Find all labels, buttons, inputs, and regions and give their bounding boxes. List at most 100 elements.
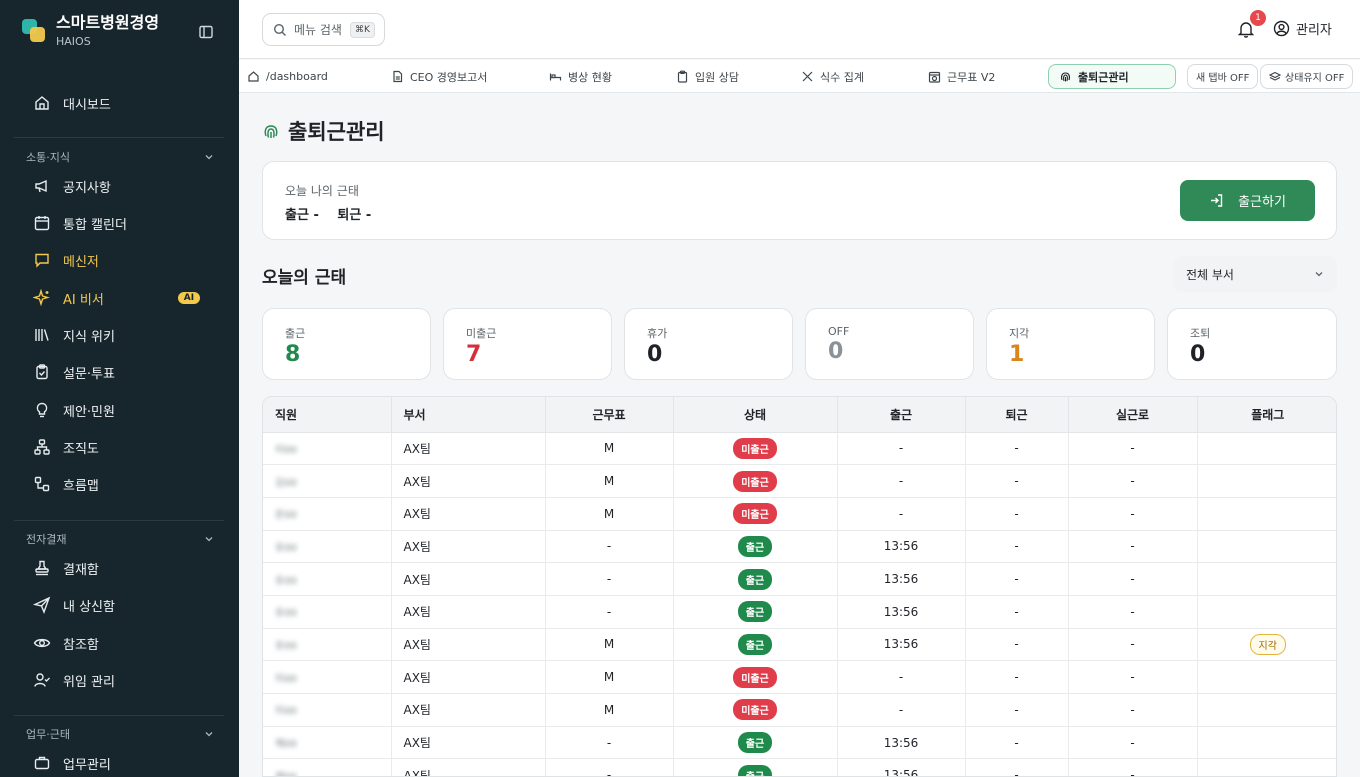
new-tabbar-toggle[interactable]: 새 탭바 OFF xyxy=(1187,64,1259,89)
stat-value: 8 xyxy=(285,342,301,367)
sidebar-item-my-submissions[interactable]: 내 상신함 xyxy=(33,593,115,617)
column-header-employee[interactable]: 직원 xyxy=(263,397,392,433)
status-badge: 미출근 xyxy=(733,666,777,688)
sidebar-item-label: 결재함 xyxy=(63,562,99,578)
cell-check-in: 13:56 xyxy=(837,726,966,760)
calendar-icon xyxy=(34,216,50,231)
sidebar-item-dashboard[interactable]: 대시보드 xyxy=(33,91,111,115)
sidebar-item-suggestion[interactable]: 제안·민원 xyxy=(33,398,115,422)
cell-flag xyxy=(1197,530,1336,564)
cell-check-in: - xyxy=(837,432,966,466)
sidebar-item-flowmap[interactable]: 흐름맵 xyxy=(33,472,99,496)
table-row[interactable]: 문00 AX팀 M 미출근 - - - xyxy=(263,497,1336,531)
cell-check-out: - xyxy=(965,628,1069,662)
sidebar-toggle-icon[interactable] xyxy=(198,24,214,40)
status-badge: 출근 xyxy=(737,764,773,776)
cell-department: AX팀 xyxy=(391,726,546,760)
table-row[interactable]: 이00 AX팀 M 미출근 - - - xyxy=(263,432,1336,466)
sidebar-item-delegation[interactable]: 위임 관리 xyxy=(33,668,115,692)
user-name: 관리자 xyxy=(1296,23,1332,38)
table-row[interactable]: 김00 AX팀 M 미출근 - - - xyxy=(263,464,1336,498)
lightbulb-icon xyxy=(36,402,48,418)
employee-name: 이00 xyxy=(275,673,297,685)
column-header-check-out[interactable]: 퇴근 xyxy=(965,397,1069,433)
tab-bed-status[interactable]: 병상 현황 xyxy=(549,60,612,93)
cell-status: 미출근 xyxy=(673,660,838,694)
employee-name: 채00 xyxy=(275,768,297,776)
stat-label: 휴가 xyxy=(647,327,668,340)
employee-name: 이00 xyxy=(275,444,297,456)
cell-check-in: 13:56 xyxy=(837,595,966,629)
sparkle-icon xyxy=(33,289,50,307)
cell-shift: M xyxy=(545,693,674,727)
stat-value: 0 xyxy=(1190,342,1206,367)
status-badge: 미출근 xyxy=(733,503,777,525)
column-header-check-in[interactable]: 출근 xyxy=(837,397,966,433)
menu-search-button[interactable]: 메뉴 검색 ⌘K xyxy=(262,13,385,46)
home-icon xyxy=(35,96,49,110)
sidebar-item-task-management[interactable]: 업무관리 xyxy=(33,751,111,775)
sidebar-item-reference-box[interactable]: 참조함 xyxy=(33,631,99,655)
table-row[interactable]: 이00 AX팀 M 미출근 - - - xyxy=(263,660,1336,694)
cell-check-in: - xyxy=(837,660,966,694)
section-header-work[interactable]: 업무·근태 xyxy=(26,726,214,742)
sidebar-item-wiki[interactable]: 지식 위키 xyxy=(33,323,115,347)
table-row[interactable]: 유00 AX팀 - 출근 13:56- - xyxy=(263,562,1336,596)
cell-department: AX팀 xyxy=(391,530,546,564)
column-header-work-hours[interactable]: 실근로 xyxy=(1068,397,1198,433)
sidebar-item-ai-assistant[interactable]: AI 비서 AI xyxy=(33,286,201,310)
sidebar-item-notice[interactable]: 공지사항 xyxy=(33,174,111,198)
status-badge: 출근 xyxy=(737,732,773,754)
cell-check-in: - xyxy=(837,497,966,531)
tab-admission-consult[interactable]: 입원 상담 xyxy=(676,60,739,93)
table-row[interactable]: 채00AX팀-출근13:56-- xyxy=(263,758,1336,776)
cell-department: AX팀 xyxy=(391,595,546,629)
department-select[interactable]: 전체 부서 xyxy=(1174,256,1337,292)
cell-employee: 채00 xyxy=(263,726,392,760)
status-badge: 미출근 xyxy=(733,437,777,459)
fingerprint-icon xyxy=(264,125,278,138)
brand[interactable]: 스마트병원경영 HAIOS xyxy=(22,14,159,48)
column-header-department[interactable]: 부서 xyxy=(391,397,546,433)
divider xyxy=(14,520,224,521)
sidebar-item-messenger[interactable]: 메신저 xyxy=(33,248,99,272)
cell-shift: M xyxy=(545,497,674,531)
section-header-approval[interactable]: 전자결재 xyxy=(26,531,214,547)
tab-duty-roster[interactable]: 근무표 V2 xyxy=(928,60,995,93)
table-row[interactable]: 유00 AX팀 M 출근 13:56- - 지각 xyxy=(263,628,1336,662)
tab-label: CEO 경영보고서 xyxy=(410,70,488,84)
check-in-button[interactable]: 출근하기 xyxy=(1180,180,1315,221)
table-row[interactable]: 유00 AX팀 - 출근 13:56- - xyxy=(263,595,1336,629)
stat-card-absent: 미출근 7 xyxy=(443,308,612,380)
tab-ceo-report[interactable]: CEO 경영보고서 xyxy=(391,60,487,93)
user-menu[interactable]: 관리자 xyxy=(1273,19,1332,38)
cell-shift: - xyxy=(545,726,674,760)
sidebar-item-approval-box[interactable]: 결재함 xyxy=(33,556,99,580)
column-header-status[interactable]: 상태 xyxy=(673,397,838,433)
notification-badge: 1 xyxy=(1250,10,1266,26)
sidebar-item-calendar[interactable]: 통합 캘린더 xyxy=(33,211,127,235)
section-title: 전자결재 xyxy=(26,533,67,546)
table-row[interactable]: 채00AX팀-출근13:56-- xyxy=(263,726,1336,760)
sidebar-item-survey[interactable]: 설문·투표 xyxy=(33,360,115,384)
table-row[interactable]: 이00 AX팀 M 미출근 - - - xyxy=(263,693,1336,727)
section-header-communication[interactable]: 소통·지식 xyxy=(26,149,214,165)
cell-shift: M xyxy=(545,464,674,498)
cell-employee: 문00 xyxy=(263,497,392,531)
cell-check-in: - xyxy=(837,693,966,727)
eye-icon xyxy=(33,638,51,648)
sidebar-item-org-chart[interactable]: 조직도 xyxy=(33,435,99,459)
column-header-flag[interactable]: 플래그 xyxy=(1197,397,1336,433)
column-header-shift[interactable]: 근무표 xyxy=(545,397,674,433)
tab-attendance[interactable]: 출퇴근관리 xyxy=(1048,64,1176,89)
state-keep-toggle[interactable]: 상태유지 OFF xyxy=(1260,64,1354,89)
tab-dashboard[interactable]: /dashboard xyxy=(247,60,328,93)
cell-check-out: - xyxy=(965,432,1069,466)
app-title: 스마트병원경영 xyxy=(56,13,160,32)
cell-employee: 채00 xyxy=(263,758,392,776)
cell-flag xyxy=(1197,464,1336,498)
sidebar-item-label: 참조함 xyxy=(63,637,99,653)
table-row[interactable]: 유00 AX팀 - 출근 13:56- - xyxy=(263,530,1336,564)
tab-meal-count[interactable]: 식수 집계 xyxy=(801,60,864,93)
sidebar-item-label: 대시보드 xyxy=(63,97,111,113)
